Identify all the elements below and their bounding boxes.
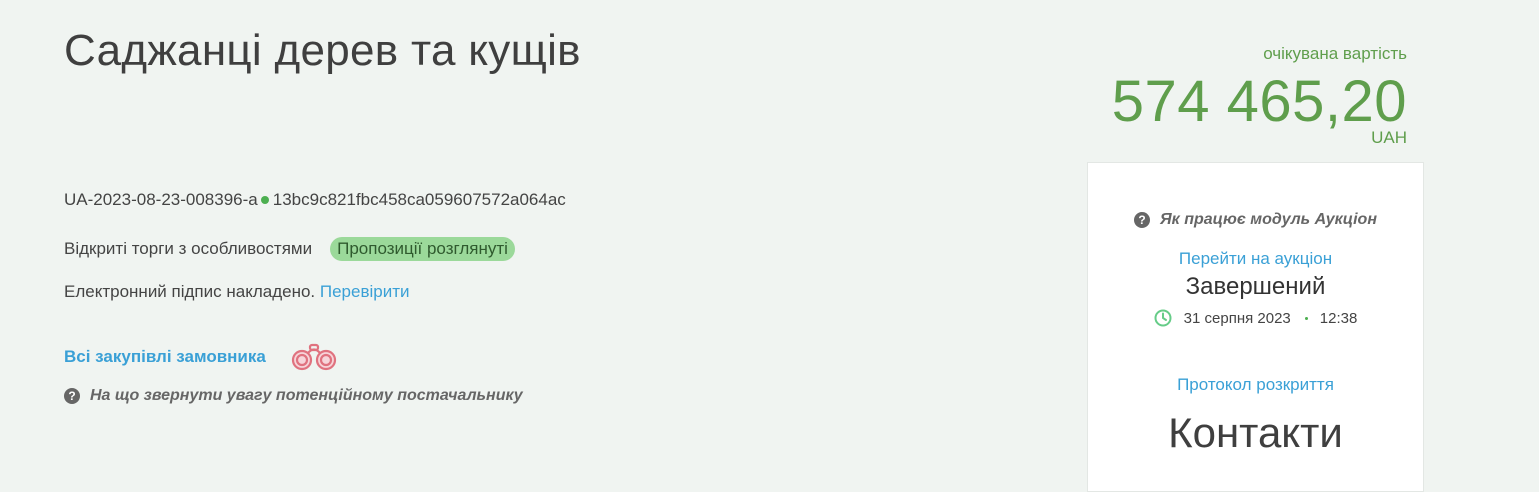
separator-dot-icon xyxy=(1304,316,1308,320)
auction-time: 12:38 xyxy=(1319,309,1358,327)
clock-icon xyxy=(1154,309,1172,327)
signature-text: Електронний підпис накладено. xyxy=(64,282,316,301)
expected-value-currency: UAH xyxy=(1371,128,1407,147)
page-title: Саджанці дерев та кущів xyxy=(64,26,581,75)
auction-date: 31 серпня 2023 xyxy=(1183,309,1291,327)
tender-hash: 13bc9c821fbc458ca059607572a064ac xyxy=(272,190,566,209)
question-circle-icon: ? xyxy=(64,388,80,404)
procedure-row: Відкриті торги з особливостями Пропозиці… xyxy=(64,237,515,261)
auction-how-it-works[interactable]: ? Як працює модуль Аукціон xyxy=(1088,211,1423,229)
procedure-type: Відкриті торги з особливостями xyxy=(64,239,313,258)
status-badge: Пропозиції розглянуті xyxy=(330,237,515,261)
separator-dot-icon xyxy=(260,195,269,204)
buyer-purchases-link[interactable]: Всі закупівлі замовника xyxy=(64,347,266,367)
supplier-hint-row[interactable]: ? На що звернути увагу потенційному пост… xyxy=(64,387,523,405)
tender-identifiers: UA-2023-08-23-008396-a 13bc9c821fbc458ca0… xyxy=(64,190,566,210)
expected-value-label: очікувана вартість xyxy=(1263,44,1407,63)
expected-value-amount: 574 465,20 xyxy=(1111,69,1407,134)
supplier-hint-text: На що звернути увагу потенційному постач… xyxy=(90,387,523,404)
goto-auction-link[interactable]: Перейти на аукціон xyxy=(1088,249,1423,269)
signature-row: Електронний підпис накладено. Перевірити xyxy=(64,282,410,302)
auction-datetime: 31 серпня 2023 12:38 xyxy=(1088,309,1423,327)
question-circle-icon: ? xyxy=(1134,212,1151,228)
buyer-row: Всі закупівлі замовника xyxy=(64,342,340,372)
verify-signature-link[interactable]: Перевірити xyxy=(320,282,410,301)
auction-card: ? Як працює модуль Аукціон Перейти на ау… xyxy=(1087,162,1424,492)
auction-how-it-works-label: Як працює модуль Аукціон xyxy=(1160,211,1377,228)
contacts-heading: Контакти xyxy=(1168,409,1343,456)
tender-id: UA-2023-08-23-008396-a xyxy=(64,190,258,209)
protocol-link[interactable]: Протокол розкриття xyxy=(1088,375,1423,395)
binoculars-icon[interactable] xyxy=(288,342,340,372)
auction-status: Завершений xyxy=(1185,273,1326,300)
